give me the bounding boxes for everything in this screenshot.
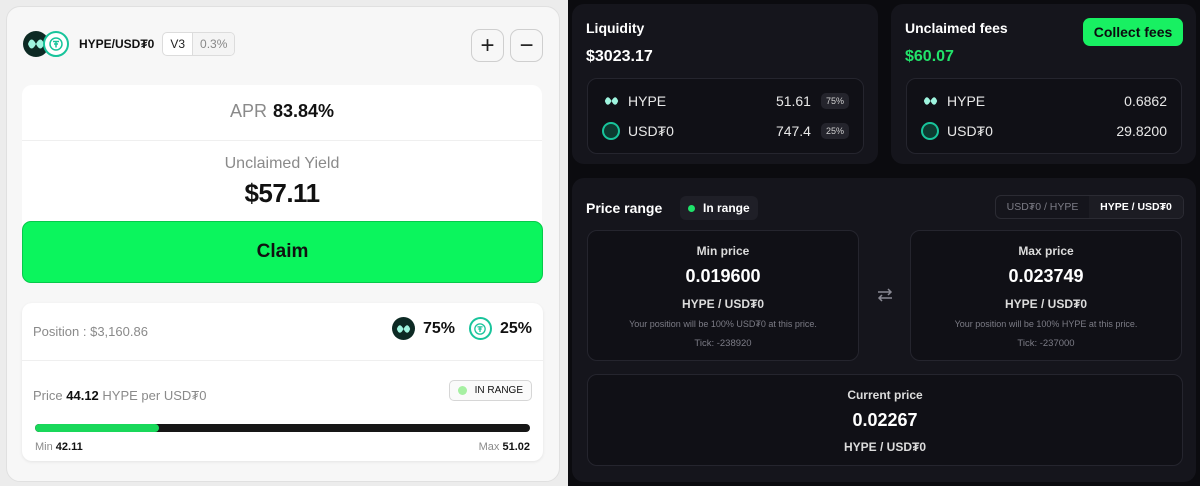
remove-liquidity-button[interactable]: −	[510, 29, 543, 62]
liquidity-token-list: HYPE 51.61 75% USD₮0 747.4 25%	[587, 78, 864, 154]
left-panel: HYPE/USD₮0 V3 0.3% + − APR 83.84% Unclaim…	[0, 0, 568, 486]
version-fee-badge: V3 0.3%	[162, 32, 236, 56]
add-liquidity-button[interactable]: +	[471, 29, 504, 62]
list-item: USD₮0 29.8200	[921, 122, 1167, 140]
fees-total: $60.07	[905, 48, 954, 65]
current-price-label: Current price	[847, 388, 923, 402]
unclaimed-yield-label: Unclaimed Yield	[224, 155, 340, 172]
token-split: 75% 25%	[391, 317, 532, 340]
token-percent: 75%	[820, 93, 849, 109]
max-value: 51.02	[502, 441, 530, 453]
claim-button[interactable]: Claim	[22, 221, 543, 283]
min-price-label: Min price	[696, 244, 750, 258]
liquidity-title: Liquidity	[586, 20, 645, 36]
position-card: HYPE/USD₮0 V3 0.3% + − APR 83.84% Unclaim…	[6, 6, 560, 482]
min-price-unit: HYPE / USD₮0	[681, 297, 765, 311]
current-price-line: Price 44.12 HYPE per USD₮0	[33, 388, 206, 403]
list-item: HYPE 0.6862	[921, 92, 1167, 110]
token-name: HYPE	[628, 93, 667, 109]
right-panel: Liquidity $3023.17 HYPE 51.61 75% USD₮0 …	[568, 0, 1200, 486]
range-progress-fill	[35, 424, 159, 432]
minus-icon: −	[519, 31, 534, 59]
max-price-box: Max price 0.023749 HYPE / USD₮0 Your pos…	[910, 230, 1182, 361]
max-price-unit: HYPE / USD₮0	[1004, 297, 1088, 311]
price-value: 44.12	[66, 388, 99, 403]
hype-percent: 75%	[422, 319, 455, 337]
token-name: USD₮0	[628, 123, 674, 139]
hype-token-icon	[602, 92, 620, 110]
in-range-badge: IN RANGE	[448, 380, 532, 401]
max-price-tick: Tick: -237000	[1017, 338, 1075, 349]
liquidity-total: $3023.17	[586, 48, 653, 65]
pair-header: HYPE/USD₮0 V3 0.3%	[23, 31, 236, 57]
min-price-tick: Tick: -238920	[694, 338, 752, 349]
max-price-value: 0.023749	[1008, 266, 1084, 286]
apr-value: 83.84%	[272, 101, 335, 121]
current-price-unit: HYPE / USD₮0	[843, 440, 927, 454]
max-label: Max	[478, 441, 500, 453]
apr-yield-card: APR 83.84% Unclaimed Yield $57.11	[22, 85, 542, 235]
fee-label: 0.3%	[193, 33, 235, 55]
max-range: Max 51.02	[479, 441, 530, 453]
usdt-token-icon	[921, 122, 939, 140]
status-dot-icon	[688, 204, 695, 212]
list-item: USD₮0 747.4 25%	[602, 122, 849, 140]
token-name: USD₮0	[947, 123, 993, 139]
min-value: 42.11	[55, 441, 83, 453]
position-details-card: Position : $3,160.86 75% 25% Price 44.12…	[22, 303, 543, 461]
in-range-label: In range	[703, 201, 750, 215]
usdt-token-icon	[43, 31, 69, 57]
min-price-note: Your position will be 100% USD₮0 at this…	[629, 319, 817, 329]
token-name: HYPE	[947, 93, 986, 109]
toggle-usdt-per-hype[interactable]: USD₮0 / HYPE	[996, 196, 1089, 218]
swap-arrows-icon[interactable]	[875, 285, 895, 305]
divider	[22, 360, 543, 361]
price-suffix: HYPE per USD₮0	[102, 388, 207, 403]
min-price-value: 0.019600	[685, 266, 761, 286]
max-price-note: Your position will be 100% HYPE at this …	[954, 319, 1138, 329]
price-unit-toggle[interactable]: USD₮0 / HYPE HYPE / USD₮0	[995, 195, 1184, 219]
fees-title: Unclaimed fees	[905, 20, 1008, 36]
pair-name: HYPE/USD₮0	[79, 37, 155, 51]
toggle-hype-per-usdt[interactable]: HYPE / USD₮0	[1089, 196, 1183, 218]
token-amount: 0.6862	[1124, 93, 1167, 109]
apr-label: APR	[229, 101, 267, 121]
token-amount: 29.8200	[1116, 123, 1167, 139]
collect-fees-button[interactable]: Collect fees	[1083, 18, 1183, 46]
min-price-box: Min price 0.019600 HYPE / USD₮0 Your pos…	[587, 230, 859, 361]
plus-icon: +	[480, 31, 495, 59]
version-label: V3	[163, 33, 194, 55]
apr-row: APR 83.84%	[22, 101, 542, 122]
unclaimed-yield-value: $57.11	[244, 178, 320, 208]
in-range-label: IN RANGE	[474, 385, 523, 396]
list-item: HYPE 51.61 75%	[602, 92, 849, 110]
liquidity-card: Liquidity $3023.17 HYPE 51.61 75% USD₮0 …	[572, 4, 878, 164]
current-price-value: 0.02267	[852, 410, 918, 430]
token-amount: 51.61	[775, 93, 811, 109]
in-range-status: In range	[680, 196, 758, 220]
token-percent: 25%	[820, 123, 849, 139]
price-range-title: Price range	[586, 200, 663, 216]
range-progress-bar	[35, 424, 530, 432]
divider	[22, 140, 542, 141]
usdt-percent: 25%	[499, 319, 532, 337]
usdt-token-icon	[602, 122, 620, 140]
max-price-label: Max price	[1018, 244, 1074, 258]
current-price-box: Current price 0.02267 HYPE / USD₮0	[587, 374, 1183, 466]
fees-token-list: HYPE 0.6862 USD₮0 29.8200	[906, 78, 1182, 154]
price-prefix: Price	[33, 388, 63, 403]
position-value: Position : $3,160.86	[33, 324, 148, 339]
hype-token-icon	[391, 317, 415, 340]
min-range: Min 42.11	[35, 441, 83, 453]
usdt-token-icon	[468, 317, 492, 340]
hype-token-icon	[921, 92, 939, 110]
status-dot-icon	[457, 386, 467, 395]
token-amount: 747.4	[775, 123, 811, 139]
min-label: Min	[35, 441, 53, 453]
